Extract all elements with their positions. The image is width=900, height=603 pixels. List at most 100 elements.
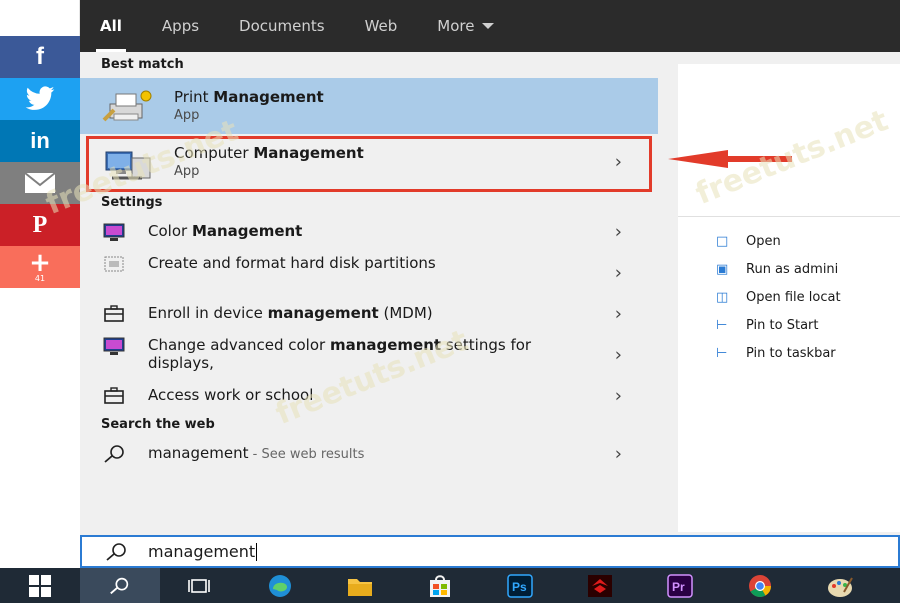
search-icon — [110, 577, 129, 594]
task-view-icon — [188, 578, 210, 593]
folder-icon: ◫ — [716, 290, 729, 305]
setting-enroll-mdm[interactable]: Enroll in device management (MDM) › — [80, 298, 658, 330]
setting-label: Color — [148, 222, 192, 240]
action-label: Pin to taskbar — [746, 346, 836, 361]
start-button[interactable] — [0, 568, 80, 603]
setting-color-management[interactable]: Color Management › — [80, 216, 658, 248]
store-icon — [430, 574, 450, 597]
twitter-icon — [25, 86, 55, 110]
email-share-button[interactable] — [0, 162, 80, 204]
search-box[interactable]: management — [80, 535, 900, 568]
setting-label: Change advanced color — [148, 336, 330, 354]
taskbar-premiere[interactable]: Pr — [640, 568, 720, 603]
windows-icon — [29, 574, 51, 597]
taskbar-file-explorer[interactable] — [320, 568, 400, 603]
chevron-down-icon — [482, 23, 495, 29]
chevron-right-icon[interactable]: › — [615, 444, 622, 465]
chevron-right-icon[interactable]: › — [615, 386, 622, 407]
search-icon — [106, 542, 126, 561]
search-web-header: Search the web — [101, 417, 215, 432]
setting-label: Access work or school — [148, 386, 314, 404]
task-view-button[interactable] — [160, 568, 240, 603]
envelope-icon — [24, 172, 56, 193]
action-label: Pin to Start — [746, 318, 819, 333]
best-match-header: Best match — [101, 57, 184, 72]
chevron-right-icon[interactable]: › — [615, 152, 622, 173]
photoshop-icon: Ps — [507, 573, 533, 598]
setting-label-match: management — [267, 304, 379, 322]
search-icon — [104, 445, 124, 463]
result-computer-management[interactable]: Computer Management App › — [80, 134, 658, 190]
setting-advanced-color[interactable]: Change advanced color management setting… — [80, 330, 658, 380]
svg-text:Pr: Pr — [672, 580, 685, 594]
tab-apps[interactable]: Apps — [142, 0, 219, 52]
briefcase-icon — [104, 387, 124, 404]
result-type: App — [174, 164, 200, 179]
page-background — [0, 0, 80, 36]
edge-icon — [269, 574, 291, 597]
svg-text:Ps: Ps — [512, 580, 527, 594]
taskbar-edge[interactable] — [240, 568, 320, 603]
action-label: Open — [746, 234, 781, 249]
action-open-file-location[interactable]: ◫ Open file locat — [716, 290, 841, 305]
plus-icon: + — [29, 248, 51, 278]
pin-icon: ⊢ — [716, 318, 728, 333]
shield-icon: ▣ — [716, 262, 729, 277]
tab-web[interactable]: Web — [345, 0, 418, 52]
action-label: Run as admini — [746, 262, 839, 277]
more-share-button[interactable]: + 41 — [0, 246, 80, 288]
linkedin-icon: in — [30, 128, 50, 153]
setting-disk-partitions[interactable]: Create and format hard disk partitions › — [80, 248, 658, 298]
action-run-as-admin[interactable]: ▣ Run as admini — [716, 262, 838, 277]
social-share-bar: f in P + 41 — [0, 36, 80, 288]
result-type: App — [174, 108, 200, 123]
facebook-icon: f — [36, 43, 44, 70]
result-title-match: Management — [213, 88, 324, 106]
settings-header: Settings — [101, 195, 163, 210]
taskbar-chrome[interactable] — [720, 568, 800, 603]
facebook-share-button[interactable]: f — [0, 36, 80, 78]
twitter-share-button[interactable] — [0, 78, 80, 120]
premiere-icon: Pr — [667, 573, 693, 598]
linkedin-share-button[interactable]: in — [0, 120, 80, 162]
share-count: 41 — [34, 274, 46, 283]
result-print-management[interactable]: Print Management App — [80, 78, 658, 134]
garena-icon — [588, 574, 612, 597]
action-pin-taskbar[interactable]: ⊢ Pin to taskbar — [716, 346, 836, 361]
setting-label-match: management — [329, 336, 442, 354]
display-settings-icon — [103, 223, 125, 241]
pinterest-icon: P — [32, 211, 48, 238]
chrome-icon — [749, 574, 771, 597]
taskbar-garena[interactable] — [560, 568, 640, 603]
action-pin-start[interactable]: ⊢ Pin to Start — [716, 318, 818, 333]
tab-all[interactable]: All — [80, 0, 142, 52]
search-input[interactable]: management — [148, 541, 258, 562]
chevron-right-icon[interactable]: › — [615, 345, 622, 366]
setting-label: Enroll in device — [148, 304, 268, 322]
chevron-right-icon[interactable]: › — [615, 304, 622, 325]
result-title-match: Management — [253, 144, 364, 162]
open-icon: □ — [716, 234, 729, 249]
taskbar-search-button[interactable] — [80, 568, 160, 603]
taskbar-photoshop[interactable]: Ps — [480, 568, 560, 603]
computer-management-icon — [105, 151, 151, 180]
chevron-right-icon[interactable]: › — [615, 263, 622, 284]
setting-access-work[interactable]: Access work or school › — [80, 380, 658, 412]
search-results-list: Best match Print Management App Computer… — [80, 52, 658, 532]
search-filter-tabs: All Apps Documents Web More — [80, 0, 900, 52]
taskbar-paint[interactable] — [800, 568, 880, 603]
disk-management-icon — [104, 256, 124, 272]
web-search-result[interactable]: management - See web results › — [80, 438, 658, 470]
taskbar-store[interactable] — [400, 568, 480, 603]
tab-more-label: More — [437, 17, 475, 35]
chevron-right-icon[interactable]: › — [615, 222, 622, 243]
print-management-icon — [102, 90, 152, 122]
pin-icon: ⊢ — [716, 346, 728, 361]
search-input-value: management — [148, 541, 256, 561]
result-title: Print — [174, 88, 214, 106]
pinterest-share-button[interactable]: P — [0, 204, 80, 246]
action-open[interactable]: □ Open — [716, 234, 781, 249]
start-search-panel: All Apps Documents Web More Best match P… — [80, 0, 900, 568]
tab-documents[interactable]: Documents — [219, 0, 345, 52]
tab-more[interactable]: More — [417, 0, 514, 52]
